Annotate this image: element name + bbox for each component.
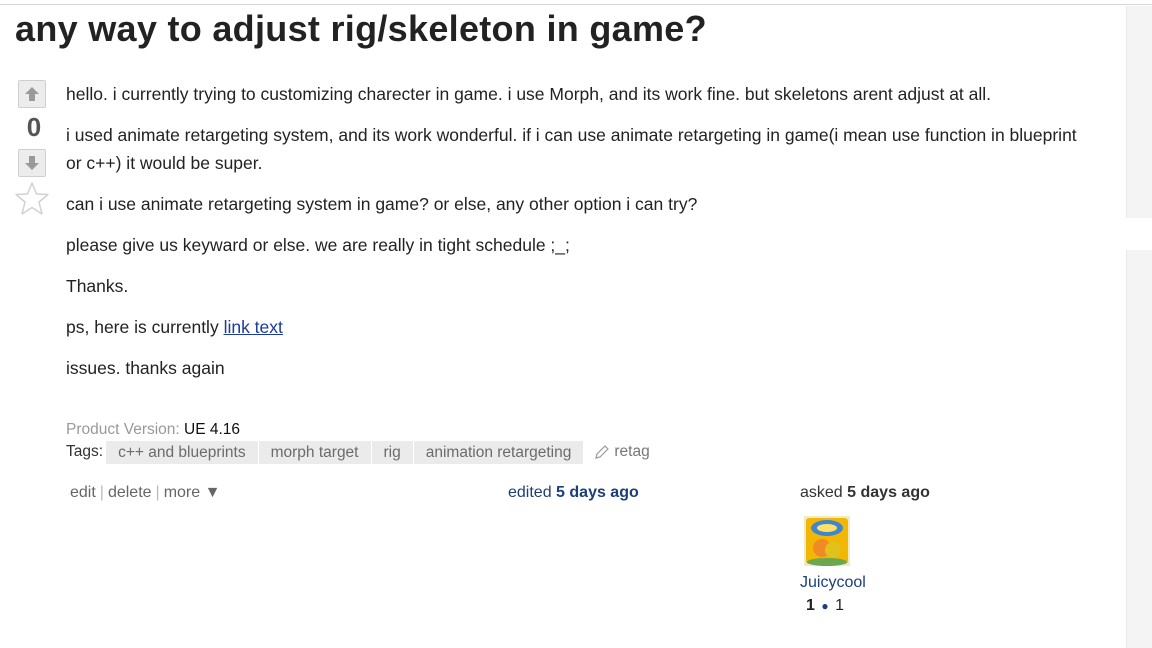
retag-link[interactable]: retag <box>594 443 650 461</box>
vote-up-button[interactable] <box>18 80 46 108</box>
arrow-down-icon <box>25 156 39 170</box>
asked-time: 5 days ago <box>847 484 930 501</box>
pencil-icon <box>595 445 610 459</box>
separator: | <box>99 484 104 501</box>
question-body: hello. i currently trying to customizing… <box>66 80 1096 395</box>
retag-label: retag <box>614 443 650 460</box>
delete-link[interactable]: delete <box>108 484 152 501</box>
edit-link[interactable]: edit <box>70 484 96 501</box>
product-version-value: UE 4.16 <box>184 421 241 438</box>
body-paragraph: i used animate retargeting system, and i… <box>66 125 1077 173</box>
product-version-label: Product Version: <box>66 421 180 438</box>
ps-text: ps, here is currently <box>66 317 224 337</box>
body-paragraph: issues. thanks again <box>66 358 225 378</box>
tag[interactable]: c++ and blueprints <box>106 440 259 464</box>
body-paragraph: please give us keyward or else. we are r… <box>66 235 570 255</box>
body-paragraph: Thanks. <box>66 276 129 296</box>
tag[interactable]: morph target <box>258 440 372 464</box>
author-reputation: 1 ● 1 <box>806 597 844 615</box>
tags-row: Tags: c++ and blueprints morph target ri… <box>66 440 650 464</box>
arrow-up-icon <box>25 87 39 101</box>
top-border <box>0 0 1152 5</box>
edited-info: edited 5 days ago <box>508 484 639 502</box>
vote-count: 0 <box>26 112 42 142</box>
avatar-image <box>804 516 850 566</box>
tags-label: Tags: <box>66 443 104 460</box>
body-paragraph-ps: ps, here is currently link text <box>66 313 1096 341</box>
asked-info: asked 5 days ago <box>800 484 930 502</box>
separator: | <box>155 484 160 501</box>
body-link[interactable]: link text <box>224 317 283 337</box>
avatar[interactable] <box>804 516 850 566</box>
body-paragraph: hello. i currently trying to customizing… <box>66 84 992 104</box>
vote-down-button[interactable] <box>18 149 46 177</box>
star-icon <box>15 182 49 215</box>
question-title: any way to adjust rig/skeleton in game? <box>15 8 707 49</box>
author-name[interactable]: Juicycool <box>800 574 866 592</box>
edited-time[interactable]: 5 days ago <box>556 484 639 501</box>
product-version: Product Version: UE 4.16 <box>66 421 240 439</box>
asked-label: asked <box>800 484 843 501</box>
reputation-score: 1 <box>806 597 815 614</box>
more-menu-button[interactable]: more ▼ <box>164 484 221 501</box>
badge-dot-icon: ● <box>821 599 829 613</box>
edited-label: edited <box>508 484 552 501</box>
post-actions: edit | delete | more ▼ <box>70 484 220 502</box>
favorite-button[interactable] <box>14 181 50 217</box>
tag[interactable]: rig <box>371 440 414 464</box>
badge-count: 1 <box>835 597 844 614</box>
tag[interactable]: animation retargeting <box>413 440 585 464</box>
sidebar-panel-top <box>1126 6 1152 218</box>
sidebar-panel-bottom <box>1126 250 1152 648</box>
body-paragraph: can i use animate retargeting system in … <box>66 194 698 214</box>
